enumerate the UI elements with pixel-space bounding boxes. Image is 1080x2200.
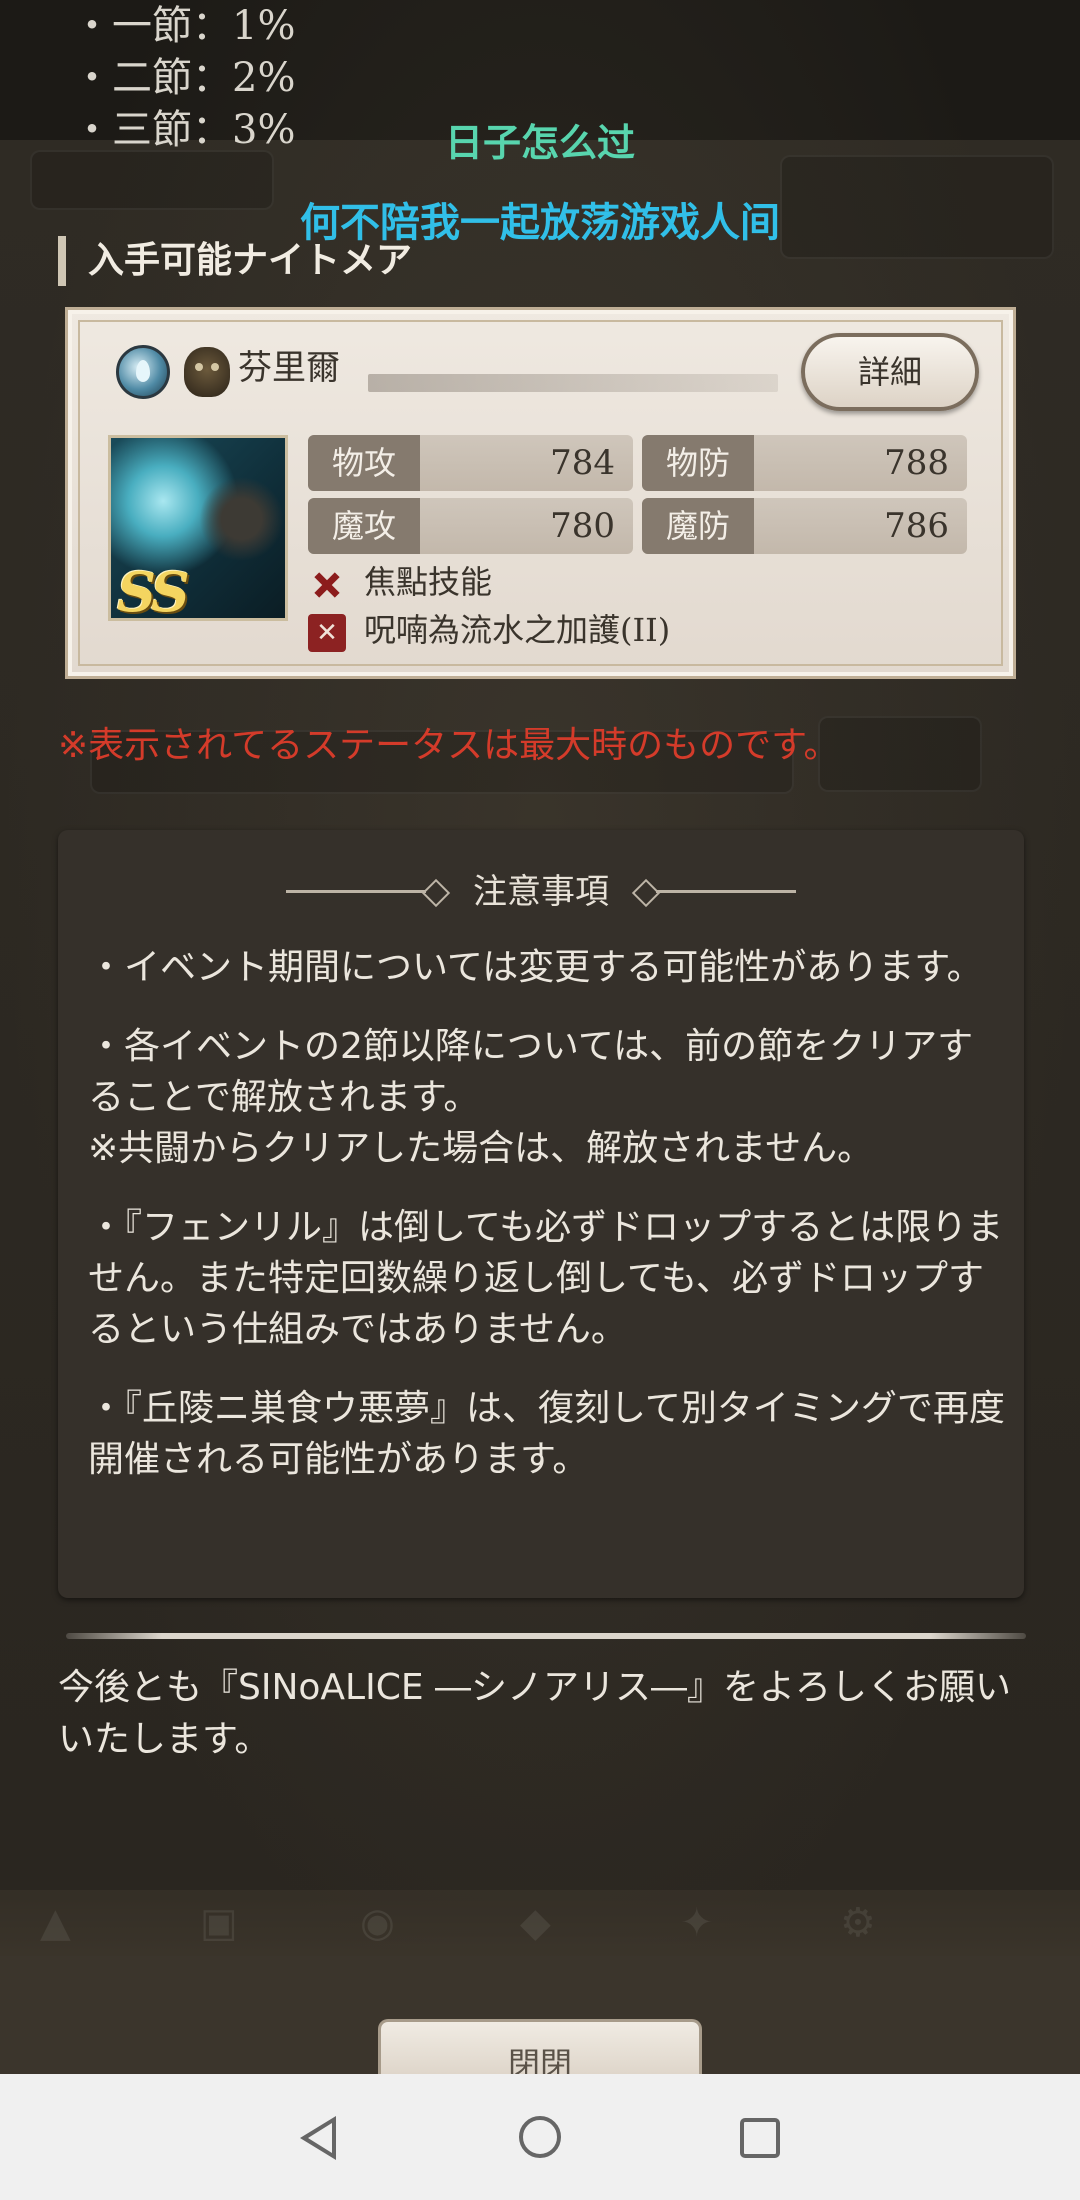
android-nav-bar [0, 2074, 1080, 2200]
menu-icon: ▲ [40, 1900, 71, 1946]
stat-label: 物攻 [308, 435, 420, 491]
notice-item: ・イベント期間については変更する可能性があります。 [88, 947, 983, 988]
menu-icon: ▣ [200, 1900, 238, 1946]
rank-badge: SS [117, 560, 190, 624]
mask-icon [184, 347, 230, 397]
notice-item: ※共闘からクリアした場合は、解放されません。 [88, 1128, 874, 1169]
back-icon[interactable] [300, 2116, 336, 2160]
menu-icon: ◉ [360, 1900, 395, 1946]
notice-header: 注意事項 [58, 864, 1024, 920]
stat-value: 788 [884, 443, 949, 483]
stat-value: 784 [550, 443, 615, 483]
water-drop-icon [116, 345, 170, 399]
status-note: ※表示されてるステータスは最大時のものです。 [58, 725, 840, 766]
game-menu-bar: ▲ ▣ ◉ ◆ ✦ ⚙ [0, 1890, 1080, 1960]
name-underline [368, 374, 778, 392]
skill-icon [308, 613, 346, 652]
notice-panel: 注意事項 ・イベント期間については変更する可能性があります。 ・各イベントの2節… [58, 830, 1024, 1598]
close-button[interactable]: 閉閉 [378, 2019, 702, 2079]
menu-icon: ✦ [680, 1900, 714, 1946]
nightmare-name: 芬里爾 [238, 348, 340, 388]
focus-skill-label: 焦點技能 [364, 563, 493, 601]
notice-title: 注意事項 [473, 872, 609, 912]
stat-magic-attack: 魔攻 780 [308, 498, 633, 554]
menu-icon: ⚙ [840, 1900, 876, 1946]
stat-magic-defense: 魔防 786 [642, 498, 967, 554]
home-icon[interactable] [519, 2116, 561, 2158]
notice-item: ・『丘陵ニ巣食ウ悪夢』は、復刻して別タイミングで再度開催される可能性があります。 [88, 1388, 1005, 1480]
recent-apps-icon[interactable] [740, 2118, 780, 2158]
drop-rate-item: ・二節：2% [72, 55, 296, 101]
notice-body: ・イベント期間については変更する可能性があります。 ・各イベントの2節以降につい… [88, 942, 1008, 1513]
skill-name: 呪喃為流水之加護(II) [364, 611, 671, 649]
divider [66, 1633, 1026, 1639]
ornament-line [656, 890, 796, 893]
stat-value: 780 [550, 506, 615, 546]
overlay-caption-1: 日子怎么过 [444, 121, 635, 165]
section-title: 入手可能ナイトメア [58, 236, 412, 286]
closing-message: 今後とも『SINoALICE ―シノアリス―』をよろしくお願いいたします。 [58, 1667, 1012, 1760]
notice-item: ・『フェンリル』は倒しても必ずドロップするとは限りません。また特定回数繰り返し倒… [88, 1207, 1004, 1350]
focus-cross-icon [304, 562, 350, 608]
drop-rate-item: ・一節：1% [72, 3, 296, 49]
stat-physical-attack: 物攻 784 [308, 435, 633, 491]
menu-icon: ◆ [520, 1900, 551, 1946]
stat-physical-defense: 物防 788 [642, 435, 967, 491]
stat-label: 魔防 [642, 498, 754, 554]
nightmare-card: 芬里爾 詳細 SS 物攻 784 物防 788 魔攻 780 魔防 786 焦點… [65, 307, 1016, 679]
stat-value: 786 [884, 506, 949, 546]
nightmare-portrait[interactable]: SS [108, 435, 288, 624]
notice-item: ・各イベントの2節以降については、前の節をクリアすることで解放されます。 [88, 1026, 974, 1118]
stat-label: 物防 [642, 435, 754, 491]
stat-label: 魔攻 [308, 498, 420, 554]
focus-skill-row: 焦點技能 [308, 559, 492, 605]
detail-button[interactable]: 詳細 [801, 333, 979, 411]
ghost-button [818, 716, 982, 792]
skill-row: 呪喃為流水之加護(II) [308, 607, 670, 653]
